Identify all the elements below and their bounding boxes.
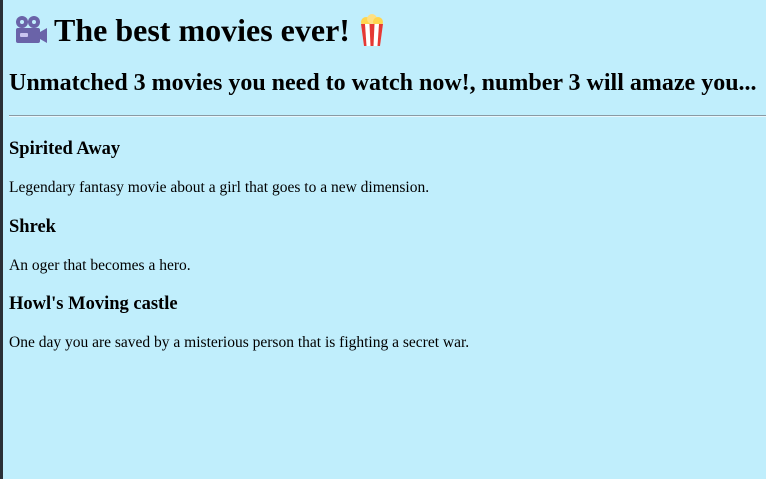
popcorn-icon	[360, 14, 383, 46]
movie-title: Spirited Away	[9, 139, 121, 159]
movie-description: One day you are saved by a misterious pe…	[9, 334, 470, 351]
page-content: The best movies ever! Unmatched 3 movies…	[3, 0, 766, 479]
page-title: The best movies ever!	[13, 9, 385, 51]
movie-title: Howl's Moving castle	[9, 294, 178, 314]
movie-description: Legendary fantasy movie about a girl tha…	[9, 179, 430, 196]
movie-title: Shrek	[9, 217, 56, 237]
page-title-text: The best movies ever!	[54, 12, 350, 48]
page-subtitle: Unmatched 3 movies you need to watch now…	[9, 70, 757, 96]
movie-camera-icon	[16, 16, 47, 43]
section-divider	[9, 115, 766, 116]
movie-description: An oger that becomes a hero.	[9, 257, 191, 274]
